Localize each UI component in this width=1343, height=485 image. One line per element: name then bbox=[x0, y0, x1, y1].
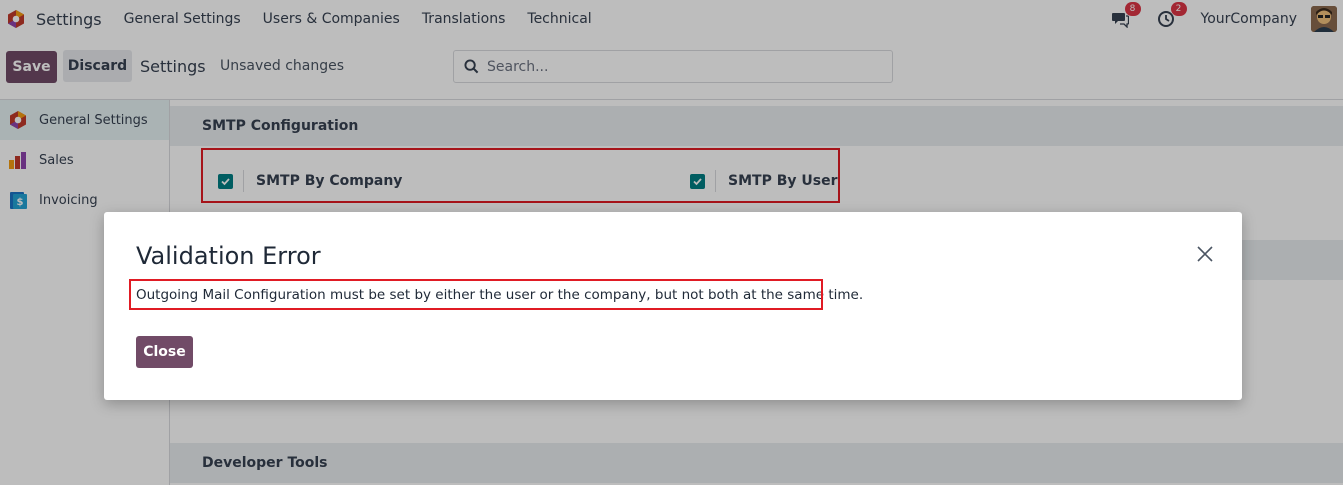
close-icon[interactable] bbox=[1196, 245, 1214, 263]
validation-error-dialog: Validation Error Outgoing Mail Configura… bbox=[104, 212, 1242, 400]
dialog-title: Validation Error bbox=[136, 242, 321, 270]
message-highlight bbox=[129, 279, 823, 310]
close-button[interactable]: Close bbox=[136, 336, 193, 368]
